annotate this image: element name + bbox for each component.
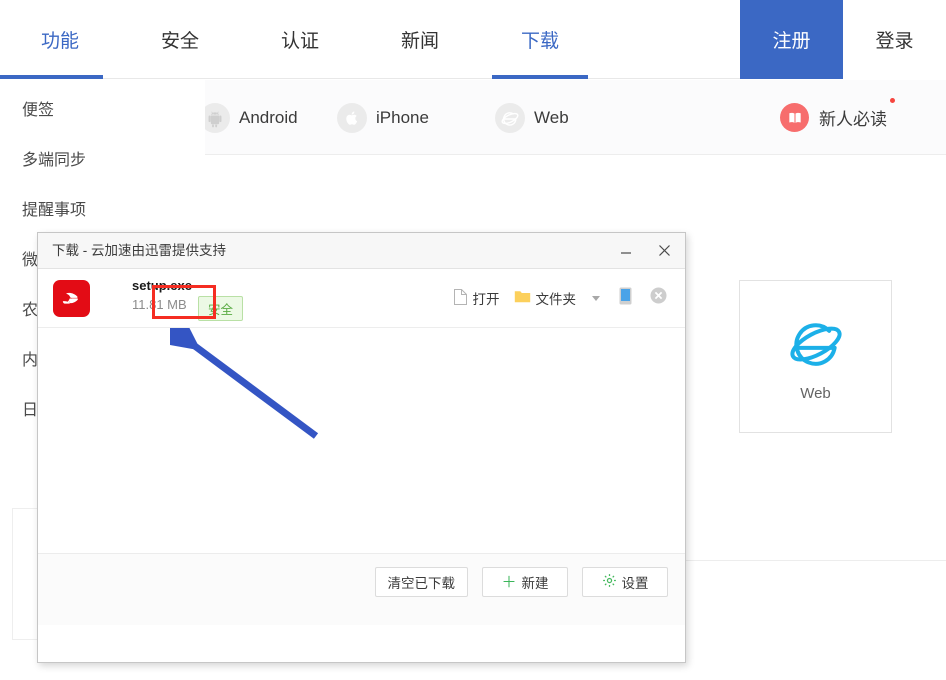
nav-item-certification[interactable]: 认证 [240,0,360,79]
sidebar-item-farm[interactable]: 农 [22,296,38,320]
sidebar-item-reminder[interactable]: 提醒事项 [22,196,86,220]
sidebar-item-content[interactable]: 内 [22,346,38,370]
newbie-guide-link[interactable]: 新人必读 [780,80,895,155]
xunlei-icon [53,280,90,317]
settings-button[interactable]: 设置 [582,567,668,597]
nav-item-label: 安全 [160,31,199,52]
dialog-title: 下载 - 云加速由迅雷提供支持 [52,243,226,258]
platform-tab-label: Web [534,107,569,127]
download-dialog: 下载 - 云加速由迅雷提供支持 setup.exe 11.81 MB 安全 打开… [37,232,686,663]
register-label: 注册 [772,31,811,52]
ie-icon [495,102,525,133]
open-folder-label: 文件夹 [535,292,577,307]
file-size: 11.81 MB [132,297,187,312]
login-button[interactable]: 登录 [843,0,946,79]
newbie-guide-label: 新人必读 [819,98,895,130]
folder-icon [514,289,531,307]
file-icon [453,288,468,308]
open-file-label: 打开 [472,292,500,307]
close-icon[interactable] [649,233,679,268]
nav-item-news[interactable]: 新闻 [360,0,480,79]
newbie-guide-text: 新人必读 [819,110,887,129]
sidebar-item-wechat[interactable]: 微 [22,246,38,270]
login-label: 登录 [875,31,914,52]
sidebar-item-label: 提醒事项 [22,202,87,219]
nav-auth-actions: 注册 登录 [740,0,946,79]
nav-item-label: 功能 [40,31,79,52]
footer-button-group: 清空已下载 ＋ 新建 设置 [374,567,668,597]
platform-tab-android[interactable]: Android [200,80,298,155]
nav-item-security[interactable]: 安全 [120,0,240,79]
nav-item-list: 功能 安全 认证 新闻 下载 [0,0,600,79]
sidebar-item-label: 日 [22,402,39,419]
phone-icon[interactable] [609,287,642,310]
status-badge: 安全 [198,296,244,321]
file-name: setup.exe [132,278,192,293]
dialog-footer: 清空已下载 ＋ 新建 设置 [38,553,685,625]
open-folder-button[interactable]: 文件夹 [507,288,584,308]
gear-icon [602,573,617,591]
nav-item-features[interactable]: 功能 [0,0,120,79]
nav-item-label: 认证 [280,31,319,52]
clear-downloaded-label: 清空已下载 [387,576,456,591]
apple-icon [337,102,367,133]
sidebar-item-label: 内 [22,352,39,369]
sidebar-item-label: 多端同步 [22,152,87,169]
platform-tab-bar: Android iPhone Web 新人必读 [200,80,946,155]
remove-circle-icon[interactable] [642,287,671,309]
notification-dot-icon [890,98,895,103]
register-button[interactable]: 注册 [740,0,843,79]
sidebar-item-label: 便签 [22,102,55,119]
web-download-card[interactable]: Web [739,280,892,433]
new-download-label: 新建 [521,576,549,591]
plus-icon: ＋ [501,573,517,591]
sidebar-item-notes[interactable]: 便签 [22,96,54,120]
sidebar-item-label: 农 [22,302,39,319]
open-file-button[interactable]: 打开 [446,288,507,308]
platform-tab-iphone[interactable]: iPhone [337,80,429,155]
download-item-row[interactable]: setup.exe 11.81 MB 安全 打开 文件夹 [38,269,685,328]
dialog-body: setup.exe 11.81 MB 安全 打开 文件夹 清空已下载 ＋ 新建 … [38,269,685,625]
sidebar-item-sync[interactable]: 多端同步 [22,146,86,170]
top-navigation-bar: 功能 安全 认证 新闻 下载 注册 登录 [0,0,946,79]
ie-icon [785,312,847,379]
new-download-button[interactable]: ＋ 新建 [482,567,568,597]
settings-label: 设置 [621,576,649,591]
chevron-down-icon[interactable] [592,295,600,301]
platform-tab-web[interactable]: Web [495,80,569,155]
clear-downloaded-button[interactable]: 清空已下载 [374,567,468,597]
sidebar-item-calendar[interactable]: 日 [22,396,38,420]
download-row-actions: 打开 文件夹 [446,269,672,327]
nav-item-download[interactable]: 下载 [480,0,600,79]
sidebar-item-label: 微 [22,252,39,269]
minimize-icon[interactable] [611,233,641,268]
platform-tab-label: iPhone [376,107,429,127]
nav-item-label: 新闻 [400,31,439,52]
book-icon [780,103,809,132]
web-card-label: Web [800,384,831,402]
dialog-title-bar: 下载 - 云加速由迅雷提供支持 [38,233,685,269]
nav-item-label: 下载 [520,31,559,52]
platform-tab-label: Android [239,107,298,127]
